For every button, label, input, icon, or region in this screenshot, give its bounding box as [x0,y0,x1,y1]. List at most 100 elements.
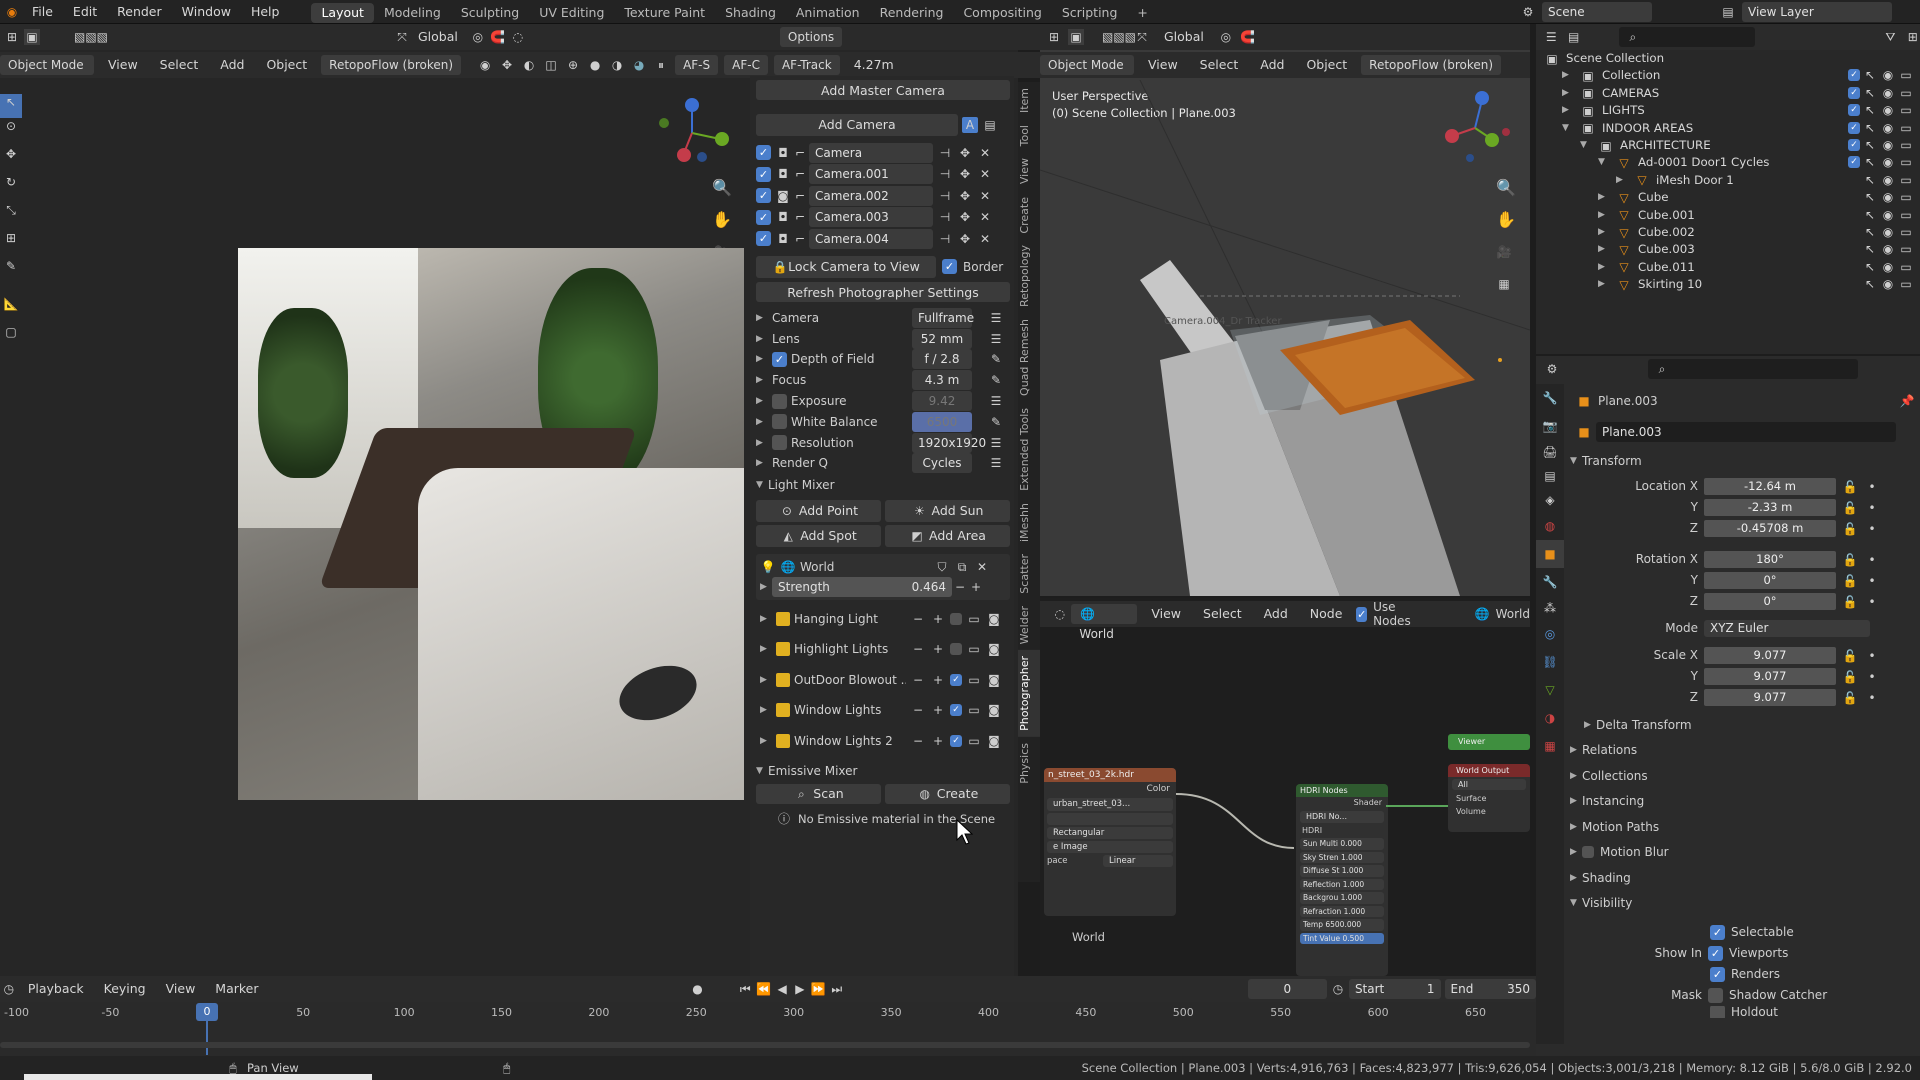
render-icon[interactable]: ▭ [1898,85,1914,101]
monitor-icon[interactable]: ▭ [966,641,982,657]
shading-material-icon[interactable]: ◑ [609,57,625,73]
shading-rendered-icon[interactable]: ◕ [631,57,647,73]
light-enable-checkbox[interactable]: ✓ [950,734,962,747]
expand-triangle-icon[interactable]: ▶ [756,375,768,385]
setting-row-focus[interactable]: ▶ Focus 4.3 m ✎ [756,370,1010,391]
expand-triangle-icon[interactable]: ▶ [756,417,768,427]
setting-value[interactable]: Cycles [912,453,972,474]
sidebar-tab-item[interactable]: Item [1018,82,1040,119]
setting-action-icon[interactable]: ✎ [988,414,1004,430]
new-collection-icon[interactable]: ⊞ [1906,29,1920,45]
overlay-icon[interactable]: ◐ [521,57,537,73]
outliner-item[interactable]: ▶ ▽ Skirting 10 ↖ ◉ ▭ [1536,276,1920,293]
expand-triangle-icon[interactable]: ▶ [1598,189,1610,206]
selectable-arrow-icon[interactable]: ↖ [1862,207,1878,223]
motion-blur-checkbox[interactable] [1582,846,1594,859]
selectable-checkbox[interactable]: ✓ [1710,925,1725,940]
render-icon[interactable]: ▭ [1898,154,1914,170]
lock-icon[interactable]: 🔓 [1842,573,1858,589]
orientation-label[interactable]: Global [1156,27,1212,47]
plus-icon[interactable]: + [930,702,946,718]
visibility-icon[interactable]: ◉ [477,57,493,73]
camera-target-icon[interactable]: ✥ [957,145,973,161]
sidebar-tab-view[interactable]: View [1018,152,1040,190]
af-track-button[interactable]: AF-Track [773,55,840,75]
outliner-item[interactable]: ▶ ▽ Cube.003 ↖ ◉ ▭ [1536,241,1920,258]
expand-triangle-icon[interactable]: ▶ [760,736,772,746]
move-tool-icon[interactable]: ✥ [0,146,22,174]
camera-target-icon[interactable]: ✥ [957,209,973,225]
expand-triangle-icon[interactable]: ▶ [756,354,768,364]
transform-header[interactable]: ▼ Transform [1570,450,1915,472]
marker-menu[interactable]: Marker [207,979,266,999]
expand-triangle-icon[interactable]: ▶ [760,705,772,715]
selectable-arrow-icon[interactable]: ↖ [1862,137,1878,153]
expand-triangle-icon[interactable]: ▶ [1562,67,1574,84]
camera-select-icon[interactable]: ⊣ [937,145,953,161]
camera-select-icon[interactable]: ⊣ [937,209,953,225]
eye-icon[interactable]: ◉ [1880,120,1896,136]
keyframe-dot-icon[interactable]: • [1864,690,1880,706]
border-checkbox[interactable]: ✓ [942,259,957,274]
xray-icon[interactable]: ◫ [543,57,559,73]
proportional-icon[interactable]: ◌ [510,29,526,45]
location-x-row[interactable]: Location X -12.64 m 🔓 • [1570,478,1915,495]
view-menu[interactable]: View [158,979,204,999]
render-icon[interactable]: ▭ [1898,102,1914,118]
camera-target-icon[interactable]: ✥ [957,166,973,182]
camera-target-icon[interactable]: ✥ [957,231,973,247]
expand-triangle-icon[interactable]: ▶ [1562,85,1574,102]
camera-icon[interactable]: ◘ [775,145,791,161]
tab-texture-paint[interactable]: Texture Paint [614,3,715,23]
setting-row-resolution[interactable]: ▶ Resolution 1920x1920 ☰ [756,432,1010,453]
plus-icon[interactable]: + [930,641,946,657]
object-data-icon[interactable]: ■ [1576,424,1592,440]
expand-triangle-icon[interactable]: ▼ [1580,137,1592,154]
menu-object[interactable]: Object [1298,55,1355,75]
holdout-row[interactable]: Holdout [1570,1006,1915,1018]
expand-triangle-icon[interactable]: ▶ [760,675,772,685]
transform-value-field[interactable]: 9.077 [1704,647,1836,664]
setting-action-icon[interactable]: ☰ [988,435,1004,451]
mask-shadow-catcher-row[interactable]: Mask Shadow Catcher [1570,985,1915,1006]
setting-value[interactable]: 52 mm [912,328,972,349]
scale-x-row[interactable]: Scale X 9.077 🔓 • [1570,647,1915,664]
render-icon[interactable]: ▭ [1898,120,1914,136]
expand-triangle-icon[interactable]: ▶ [1616,172,1628,189]
sidebar-tab-tool[interactable]: Tool [1018,119,1040,152]
camera-icon[interactable]: ◘ [775,231,791,247]
expand-triangle-icon[interactable]: ▶ [1598,259,1610,276]
setting-checkbox[interactable] [772,393,787,409]
rotation-mode-dropdown[interactable]: XYZ Euler [1704,620,1870,637]
expand-triangle-icon[interactable]: ▶ [760,614,772,624]
outliner-item[interactable]: ▶ ▣ Collection ✓ ↖ ◉ ▭ [1536,67,1920,84]
expand-triangle-icon[interactable]: ▶ [760,644,772,654]
camera-icon[interactable]: ◙ [775,188,791,204]
current-frame-field[interactable]: 0 [1247,979,1328,999]
tab-rendering[interactable]: Rendering [870,3,954,23]
setting-value[interactable]: 6500 [912,411,972,432]
expand-triangle-icon[interactable]: ▶ [756,334,768,344]
camera-visible-checkbox[interactable]: ✓ [756,188,771,204]
selectable-arrow-icon[interactable]: ↖ [1862,276,1878,292]
monitor-icon[interactable]: ▭ [966,733,982,749]
pin-icon[interactable]: 📌 [1899,393,1915,409]
camera-name-field[interactable]: Camera.002 [809,185,933,206]
plus-icon[interactable]: + [930,611,946,627]
outliner-item[interactable]: ▶ ▽ Cube.011 ↖ ◉ ▭ [1536,259,1920,276]
scene-tab-icon[interactable]: ◈ [1536,488,1564,512]
transform-value-field[interactable]: -12.64 m [1704,478,1836,495]
outliner-root[interactable]: ▣ Scene Collection [1536,50,1920,67]
tab-compositing[interactable]: Compositing [953,3,1051,23]
expand-triangle-icon[interactable]: ▶ [1598,276,1610,293]
section-shading[interactable]: ▶ Shading [1570,865,1915,891]
camera-row[interactable]: ✓ ◘ ⌐ Camera ⊣ ✥ ✕ [756,142,1010,164]
location-y-row[interactable]: Y -2.33 m 🔓 • [1570,499,1915,516]
sidebar-tab-scatter[interactable]: Scatter [1018,548,1040,600]
expand-triangle-icon[interactable]: ▶ [1562,102,1574,119]
play-icon[interactable]: ▶ [793,981,807,997]
transform-value-field[interactable]: -0.45708 m [1704,520,1836,537]
pan-hand-icon[interactable]: ✋ [1496,212,1516,244]
setting-value[interactable]: f / 2.8 [912,349,972,370]
end-frame-field[interactable]: End 350 [1444,979,1537,999]
